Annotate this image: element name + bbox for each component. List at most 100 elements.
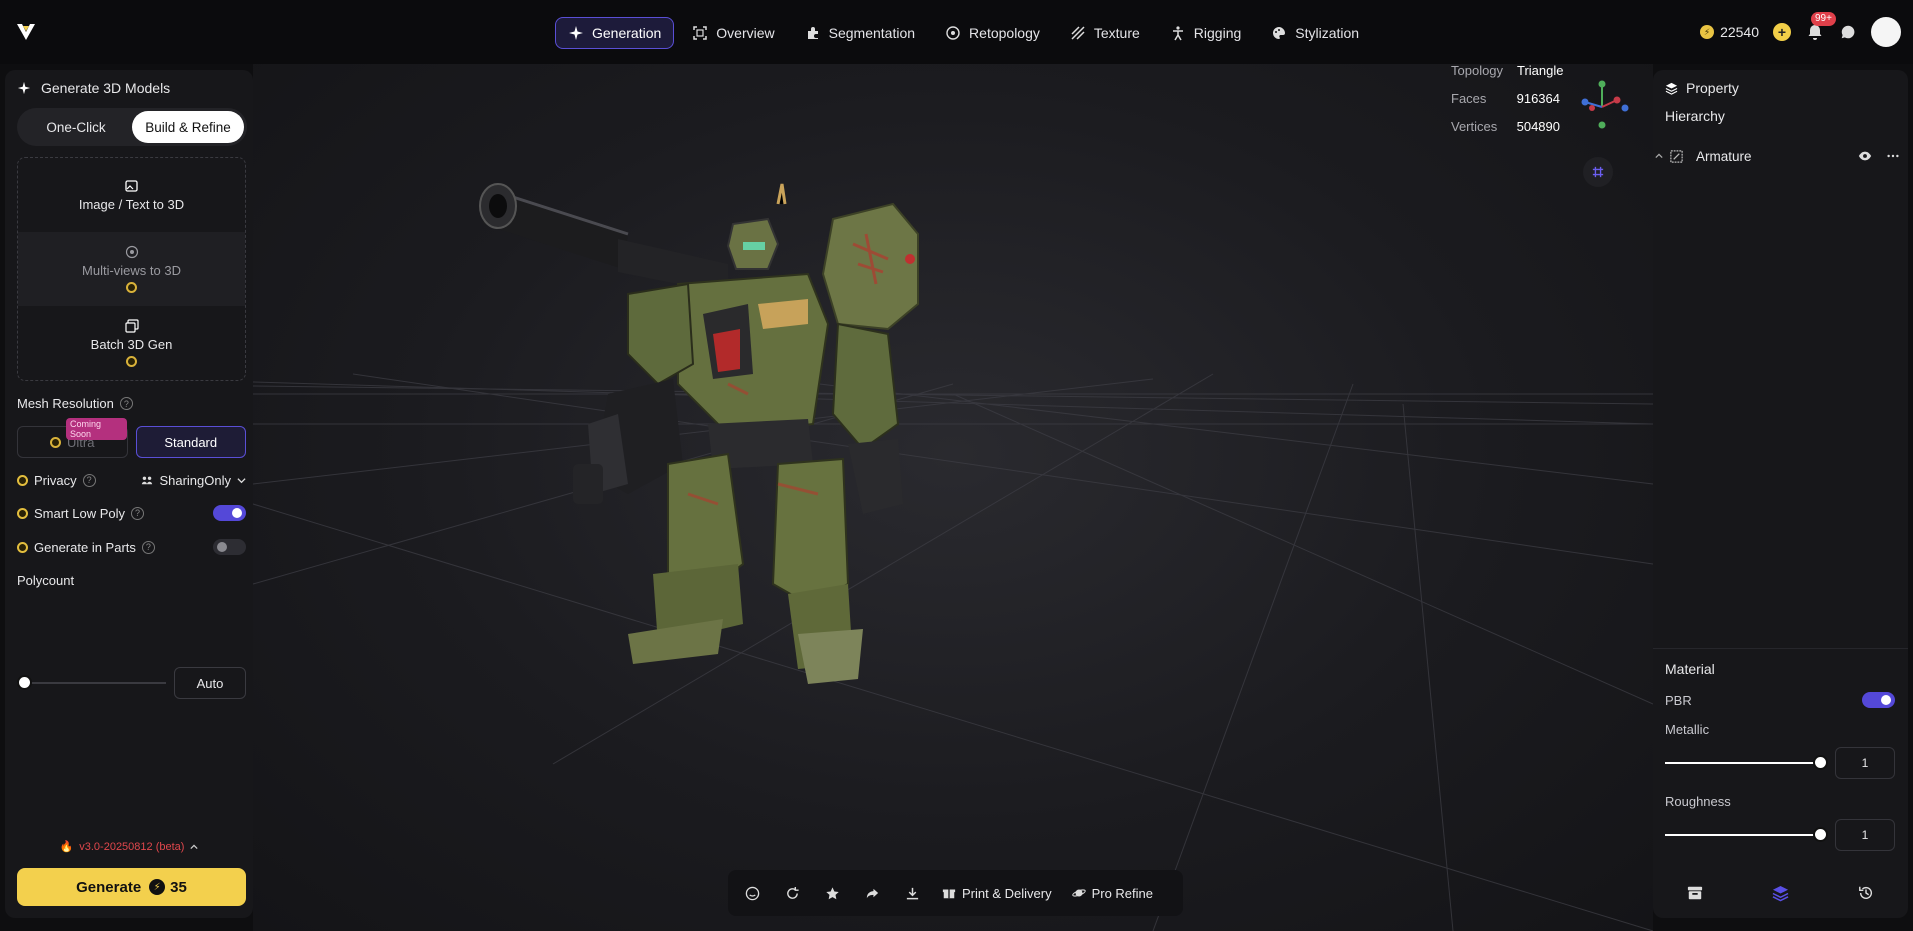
roughness-label: Roughness — [1665, 793, 1731, 809]
roughness-slider-knob[interactable] — [1813, 827, 1828, 842]
notifications-button[interactable]: 99+ — [1805, 12, 1836, 42]
stat-label: Vertices — [1451, 118, 1498, 134]
robot-model — [479, 183, 919, 684]
property-title-text: Property — [1686, 80, 1739, 96]
privacy-label: Privacy — [34, 472, 77, 488]
premium-coin-icon — [17, 507, 28, 519]
gift-icon — [942, 889, 956, 899]
pro-refine-button[interactable]: Pro Refine — [1071, 885, 1153, 901]
rotate-button[interactable] — [782, 883, 802, 903]
stat-value: 504890 — [1516, 118, 1560, 134]
metallic-label-row: Metallic — [1665, 719, 1895, 739]
polycount-slider[interactable] — [17, 675, 166, 690]
layers-icon[interactable] — [1772, 885, 1789, 902]
print-delivery-button[interactable]: Print & Delivery — [942, 886, 1052, 901]
premium-coin-icon — [17, 474, 28, 486]
tab-stylization[interactable]: Stylization — [1259, 17, 1371, 49]
property-panel: Property Hierarchy Armature Material PBR… — [1653, 70, 1908, 918]
history-icon[interactable] — [1858, 885, 1874, 901]
mode-one-click[interactable]: One-Click — [20, 111, 132, 143]
mode-build-refine[interactable]: Build & Refine — [132, 111, 244, 143]
sparkle-icon — [17, 81, 31, 95]
pro-refine-label: Pro Refine — [1091, 885, 1153, 901]
smile-icon — [745, 886, 759, 900]
coming-soon-badge: Coming Soon — [66, 418, 127, 440]
polycount-control: Auto — [17, 667, 246, 699]
puzzle-icon — [807, 27, 818, 39]
tab-generation[interactable]: Generation — [555, 17, 675, 49]
palette-icon — [1273, 27, 1286, 39]
add-credits-button[interactable]: + — [1773, 23, 1791, 41]
metallic-input[interactable]: 1 — [1835, 747, 1895, 779]
view-settings-button[interactable] — [1583, 157, 1613, 187]
favorite-button[interactable] — [822, 883, 842, 903]
gen-type-label: Image / Text to 3D — [78, 196, 185, 212]
gen-type-image-text[interactable]: Image / Text to 3D — [18, 158, 245, 232]
axis-gizmo-icon[interactable] — [1577, 80, 1631, 134]
help-icon[interactable]: ? — [82, 473, 96, 487]
roughness-control: 1 — [1665, 819, 1895, 851]
help-icon[interactable]: ? — [119, 397, 133, 410]
premium-coin-icon — [17, 541, 28, 553]
material-title: Material — [1665, 661, 1715, 677]
mesh-icon — [946, 26, 960, 40]
generate-in-parts-toggle[interactable] — [213, 539, 246, 555]
metallic-slider[interactable] — [1665, 755, 1828, 770]
hierarchy-item-armature[interactable]: Armature — [1655, 144, 1900, 168]
gen-type-batch[interactable]: Batch 3D Gen — [18, 306, 245, 380]
tab-segmentation[interactable]: Segmentation — [793, 17, 927, 49]
panel-footer-tabs — [1653, 878, 1908, 908]
privacy-select[interactable]: SharingOnly — [141, 473, 246, 488]
rotate-icon — [786, 886, 799, 899]
tab-rigging[interactable]: Rigging — [1158, 17, 1253, 49]
mesh-resolution-text: Mesh Resolution — [17, 396, 114, 411]
tab-overview[interactable]: Overview — [680, 17, 786, 49]
tab-retopology[interactable]: Retopology — [933, 17, 1052, 49]
help-icon[interactable]: ? — [131, 506, 145, 520]
roughness-input[interactable]: 1 — [1835, 819, 1895, 851]
notification-badge: 99+ — [1811, 12, 1836, 26]
resolution-ultra: Ultra Coming Soon — [17, 418, 128, 458]
generate-in-parts-row: Generate in Parts ? — [17, 536, 246, 558]
chevron-up-icon[interactable] — [1655, 152, 1663, 160]
polycount-slider-knob[interactable] — [17, 675, 32, 690]
share-icon — [142, 476, 153, 485]
resolution-options: Ultra Coming Soon Standard — [17, 418, 246, 458]
polycount-input[interactable]: Auto — [174, 667, 246, 699]
tab-texture[interactable]: Texture — [1058, 17, 1152, 49]
download-button[interactable] — [902, 883, 922, 903]
share-button[interactable] — [862, 883, 882, 903]
credits-display[interactable]: ⚡ 22540 — [1700, 24, 1759, 40]
gen-type-multiview[interactable]: Multi-views to 3D — [18, 232, 245, 306]
tab-generation-label: Generation — [592, 25, 662, 41]
generate-label: Generate — [76, 878, 142, 896]
tab-texture-label: Texture — [1093, 25, 1140, 41]
smart-low-poly-toggle[interactable] — [213, 505, 246, 521]
wireframe-toggle-button[interactable] — [742, 883, 762, 903]
pbr-label: PBR — [1665, 692, 1692, 708]
generate-button[interactable]: Generate ⚡ 35 — [17, 868, 246, 906]
model-version-selector[interactable]: 🔥 v3.0-20250812 (beta) — [5, 840, 253, 853]
app-logo-icon[interactable] — [14, 20, 38, 44]
privacy-row: Privacy ? SharingOnly — [17, 469, 246, 491]
pbr-toggle[interactable] — [1862, 692, 1895, 708]
texture-icon — [1071, 26, 1085, 40]
tab-rigging-label: Rigging — [1193, 25, 1242, 41]
image-edit-icon — [124, 179, 138, 192]
account-area: ⚡ 22540 + 99+ — [1700, 12, 1901, 48]
top-bar: Generation Overview Segmentation Retopol… — [0, 0, 1913, 64]
more-icon[interactable] — [1886, 149, 1900, 163]
roughness-slider[interactable] — [1665, 827, 1828, 842]
metallic-slider-knob[interactable] — [1813, 755, 1828, 770]
help-icon[interactable]: ? — [141, 540, 155, 554]
generation-type-list: Image / Text to 3D Multi-views to 3D Bat… — [17, 157, 246, 381]
chat-icon[interactable] — [1839, 23, 1857, 41]
avatar[interactable] — [1871, 17, 1901, 47]
multiview-icon — [125, 245, 138, 259]
resolution-standard[interactable]: Standard — [135, 426, 246, 458]
3d-viewport[interactable]: Topology Triangle Faces 916364 Vertices … — [253, 64, 1653, 931]
version-label: v3.0-20250812 (beta) — [79, 840, 185, 853]
eye-icon[interactable] — [1858, 149, 1872, 163]
archive-icon[interactable] — [1687, 885, 1703, 901]
mesh-resolution-label: Mesh Resolution ? — [17, 396, 133, 411]
